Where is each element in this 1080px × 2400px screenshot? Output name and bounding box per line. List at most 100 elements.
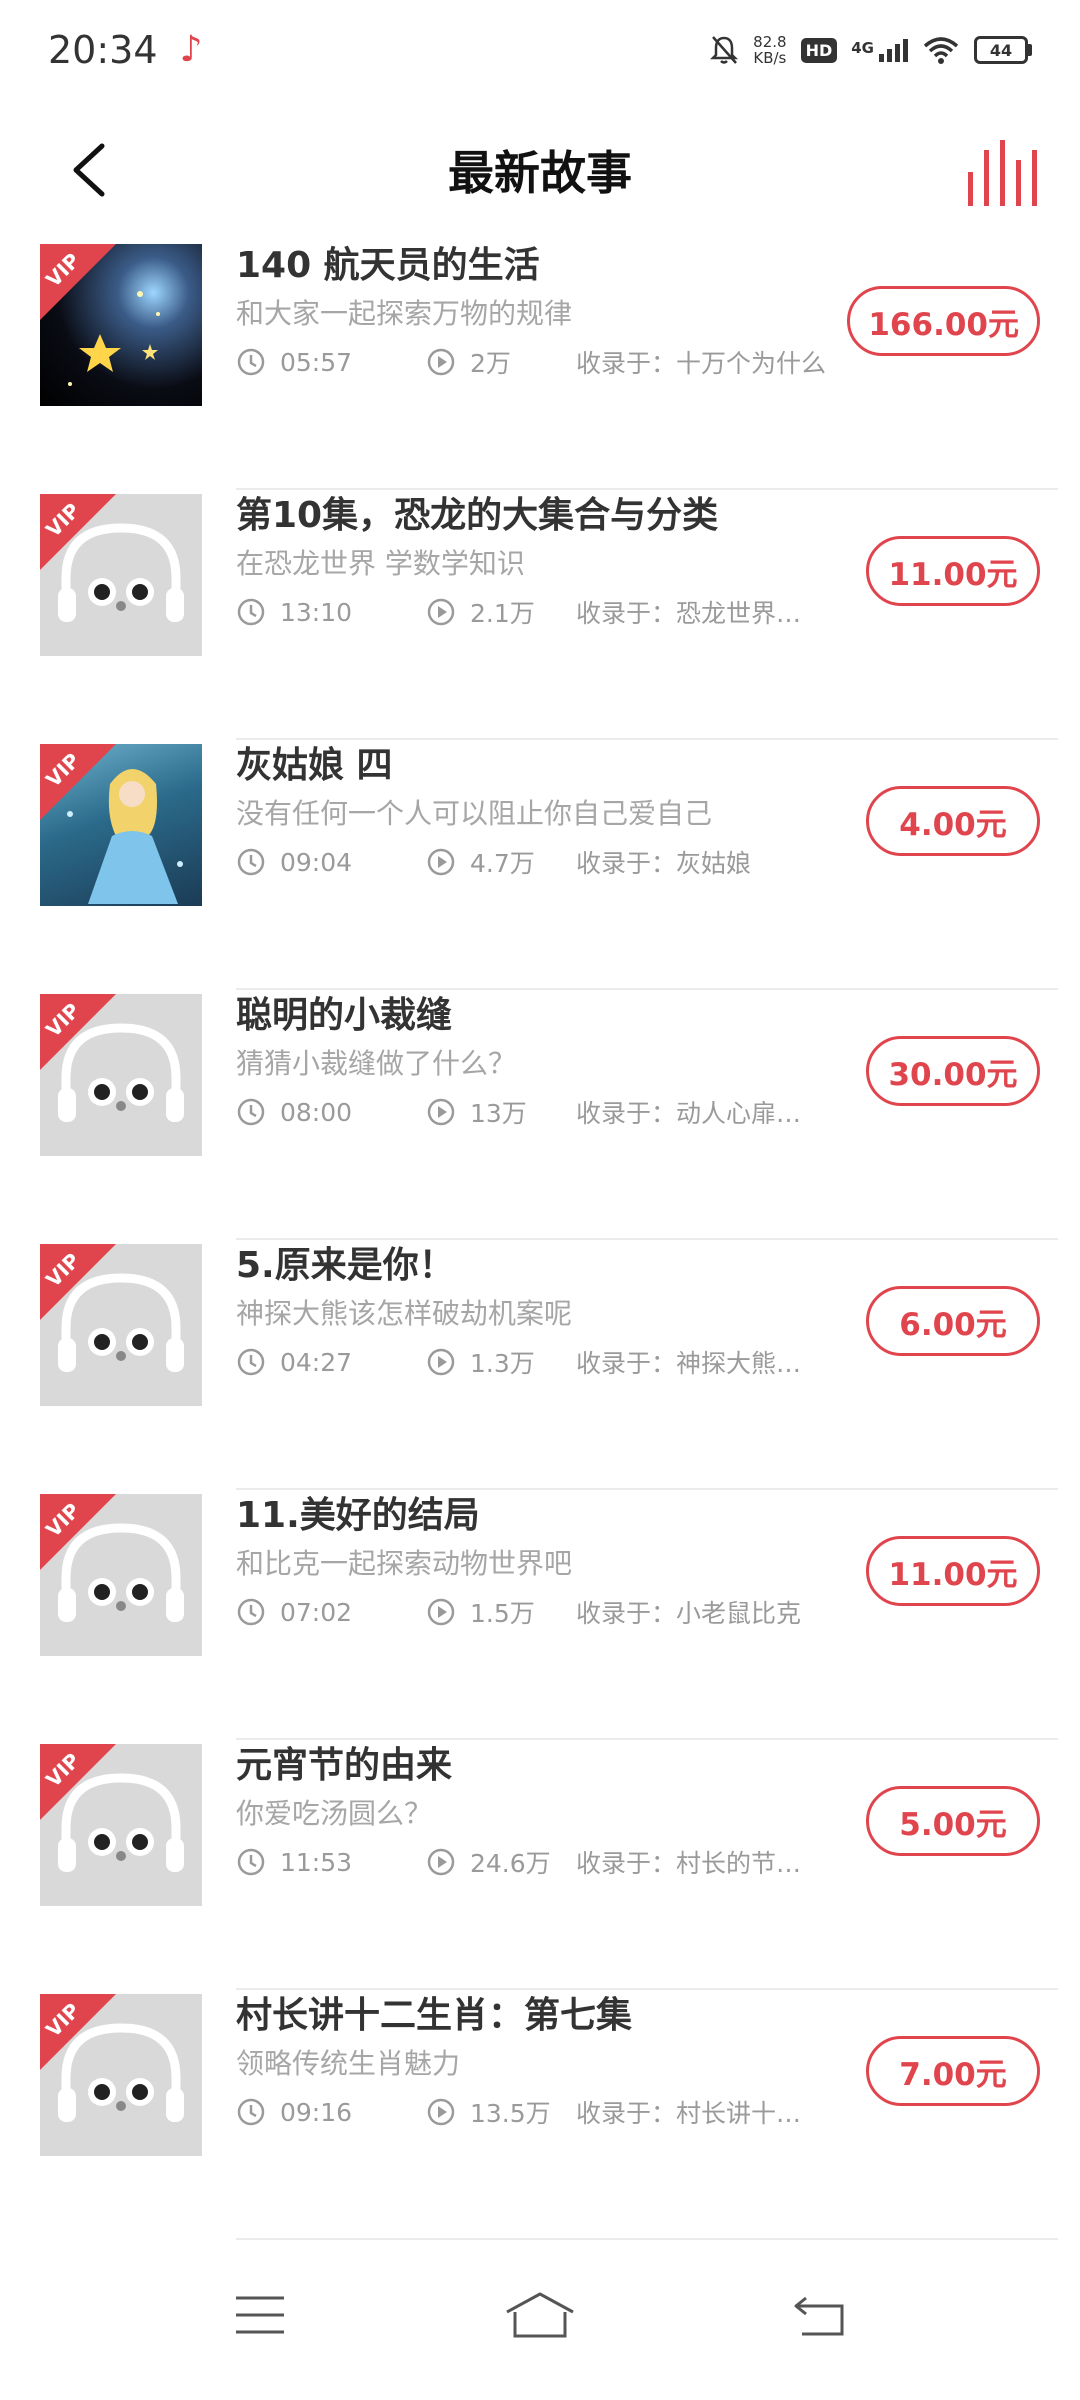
clock-icon [237, 2098, 265, 2126]
story-cover-image: VIP [40, 1244, 202, 1406]
story-plays: 13万 [470, 1099, 527, 1128]
story-cover-image: VIP [40, 494, 202, 656]
story-title: 聪明的小裁缝 [236, 995, 453, 1036]
battery-icon: 44 [974, 36, 1032, 64]
clock-icon [237, 1848, 265, 1876]
wifi-icon [923, 37, 959, 64]
net-speed-unit: KB/s [753, 49, 787, 67]
price-button[interactable]: 30.00元 [866, 1036, 1040, 1106]
back-arrow-icon[interactable] [60, 140, 120, 200]
story-collection: 收录于：村长的节… [576, 1849, 802, 1878]
hd-badge: HD [800, 37, 838, 63]
clock-icon [237, 598, 265, 626]
price-button[interactable]: 7.00元 [866, 2036, 1040, 2106]
net-speed: 82.8 KB/s [753, 34, 786, 66]
story-subtitle: 神探大熊该怎样破劫机案呢 [236, 1297, 573, 1330]
story-item[interactable]: VIP 第10集，恐龙的大集合与分类 在恐龙世界 学数学知识 13:10 2.1… [0, 490, 1080, 740]
menu-icon [236, 2296, 284, 2334]
story-collection: 收录于：村长讲十… [576, 2099, 802, 2128]
story-title: 灰姑娘 四 [236, 745, 393, 786]
play-count-icon [427, 1598, 455, 1626]
battery-level: 44 [989, 40, 1013, 60]
clock-icon [237, 848, 265, 876]
story-collection: 收录于：神探大熊… [576, 1349, 802, 1378]
return-icon [794, 2296, 844, 2336]
clock-icon [237, 1348, 265, 1376]
status-bar: 20:34 ♪ 82.8 KB/s HD 4G 44 [0, 0, 1080, 100]
play-count-icon [427, 598, 455, 626]
story-collection: 收录于：恐龙世界… [576, 599, 802, 628]
page-title: 最新故事 [448, 146, 632, 200]
price-button[interactable]: 166.00元 [847, 286, 1040, 356]
story-collection: 收录于：十万个为什么 [576, 349, 826, 378]
story-plays: 13.5万 [470, 2099, 551, 2128]
story-collection: 收录于：灰姑娘 [576, 849, 752, 878]
price-button[interactable]: 4.00元 [866, 786, 1040, 856]
story-list: VIP 140 航天员的生活 和大家一起探索万物的规律 05:57 2万 收录于… [0, 240, 1080, 2240]
net-speed-value: 82.8 [753, 33, 787, 51]
story-cover-image: VIP [40, 1744, 202, 1906]
story-item[interactable]: VIP 聪明的小裁缝 猜猜小裁缝做了什么？ 08:00 13万 收录于：动人心扉… [0, 990, 1080, 1240]
home-icon [506, 2292, 574, 2338]
play-count-icon [427, 848, 455, 876]
price-button[interactable]: 11.00元 [866, 536, 1040, 606]
cellular-signal-icon: 4G [851, 38, 908, 62]
play-count-icon [427, 348, 455, 376]
story-item[interactable]: VIP 5.原来是你！ 神探大熊该怎样破劫机案呢 04:27 1.3万 收录于：… [0, 1240, 1080, 1490]
story-item[interactable]: VIP 灰姑娘 四 没有任何一个人可以阻止你自己爱自己 09:04 4.7万 收… [0, 740, 1080, 990]
nav-back-button[interactable] [780, 2285, 860, 2345]
story-title: 第10集，恐龙的大集合与分类 [236, 495, 719, 536]
network-type: 4G [851, 38, 874, 57]
story-duration: 11:53 [280, 1847, 353, 1877]
story-cover-image: VIP [40, 994, 202, 1156]
story-subtitle: 和大家一起探索万物的规律 [236, 297, 573, 330]
story-collection: 收录于：小老鼠比克 [576, 1599, 802, 1628]
story-cover-image: VIP [40, 744, 202, 906]
story-title: 11.美好的结局 [236, 1495, 480, 1536]
story-plays: 24.6万 [470, 1849, 551, 1878]
music-note-icon: ♪ [179, 29, 203, 70]
story-subtitle: 你爱吃汤圆么？ [236, 1797, 433, 1830]
nav-home-button[interactable] [500, 2285, 580, 2345]
story-subtitle: 领略传统生肖魅力 [236, 2047, 461, 2080]
clock-icon [237, 348, 265, 376]
playing-bars-icon[interactable] [960, 138, 1040, 208]
story-item[interactable]: VIP 村长讲十二生肖：第七集 领略传统生肖魅力 09:16 13.5万 收录于… [0, 1990, 1080, 2240]
system-nav-bar [0, 2230, 1080, 2400]
story-plays: 1.3万 [470, 1349, 535, 1378]
story-subtitle: 没有任何一个人可以阻止你自己爱自己 [236, 797, 713, 830]
story-item[interactable]: VIP 11.美好的结局 和比克一起探索动物世界吧 07:02 1.5万 收录于… [0, 1490, 1080, 1740]
play-count-icon [427, 1848, 455, 1876]
story-item[interactable]: VIP 140 航天员的生活 和大家一起探索万物的规律 05:57 2万 收录于… [0, 240, 1080, 490]
story-cover-image: VIP [40, 1994, 202, 2156]
story-title: 5.原来是你！ [236, 1245, 455, 1286]
clock-icon [237, 1098, 265, 1126]
story-duration: 09:16 [280, 2097, 353, 2127]
story-plays: 4.7万 [470, 849, 535, 878]
play-count-icon [427, 1098, 455, 1126]
story-duration: 09:04 [280, 847, 353, 877]
clock-icon [237, 1598, 265, 1626]
story-subtitle: 在恐龙世界 学数学知识 [236, 547, 525, 580]
story-cover-image: VIP [40, 244, 202, 406]
story-plays: 1.5万 [470, 1599, 535, 1628]
story-collection: 收录于：动人心扉… [576, 1099, 802, 1128]
story-subtitle: 猜猜小裁缝做了什么？ [236, 1047, 517, 1080]
status-time: 20:34 [48, 28, 158, 72]
story-subtitle: 和比克一起探索动物世界吧 [236, 1547, 573, 1580]
price-button[interactable]: 6.00元 [866, 1286, 1040, 1356]
story-title: 村长讲十二生肖：第七集 [236, 1995, 633, 2036]
price-button[interactable]: 11.00元 [866, 1536, 1040, 1606]
story-item[interactable]: VIP 元宵节的由来 你爱吃汤圆么？ 11:53 24.6万 收录于：村长的节…… [0, 1740, 1080, 1990]
story-plays: 2.1万 [470, 599, 535, 628]
app-bar: 最新故事 [0, 100, 1080, 240]
story-title: 元宵节的由来 [236, 1745, 453, 1786]
nav-menu-button[interactable] [220, 2285, 300, 2345]
story-duration: 08:00 [280, 1097, 353, 1127]
story-duration: 04:27 [280, 1347, 353, 1377]
bell-muted-icon [710, 36, 739, 64]
price-button[interactable]: 5.00元 [866, 1786, 1040, 1856]
play-count-icon [427, 1348, 455, 1376]
story-duration: 07:02 [280, 1597, 353, 1627]
story-plays: 2万 [470, 349, 511, 378]
